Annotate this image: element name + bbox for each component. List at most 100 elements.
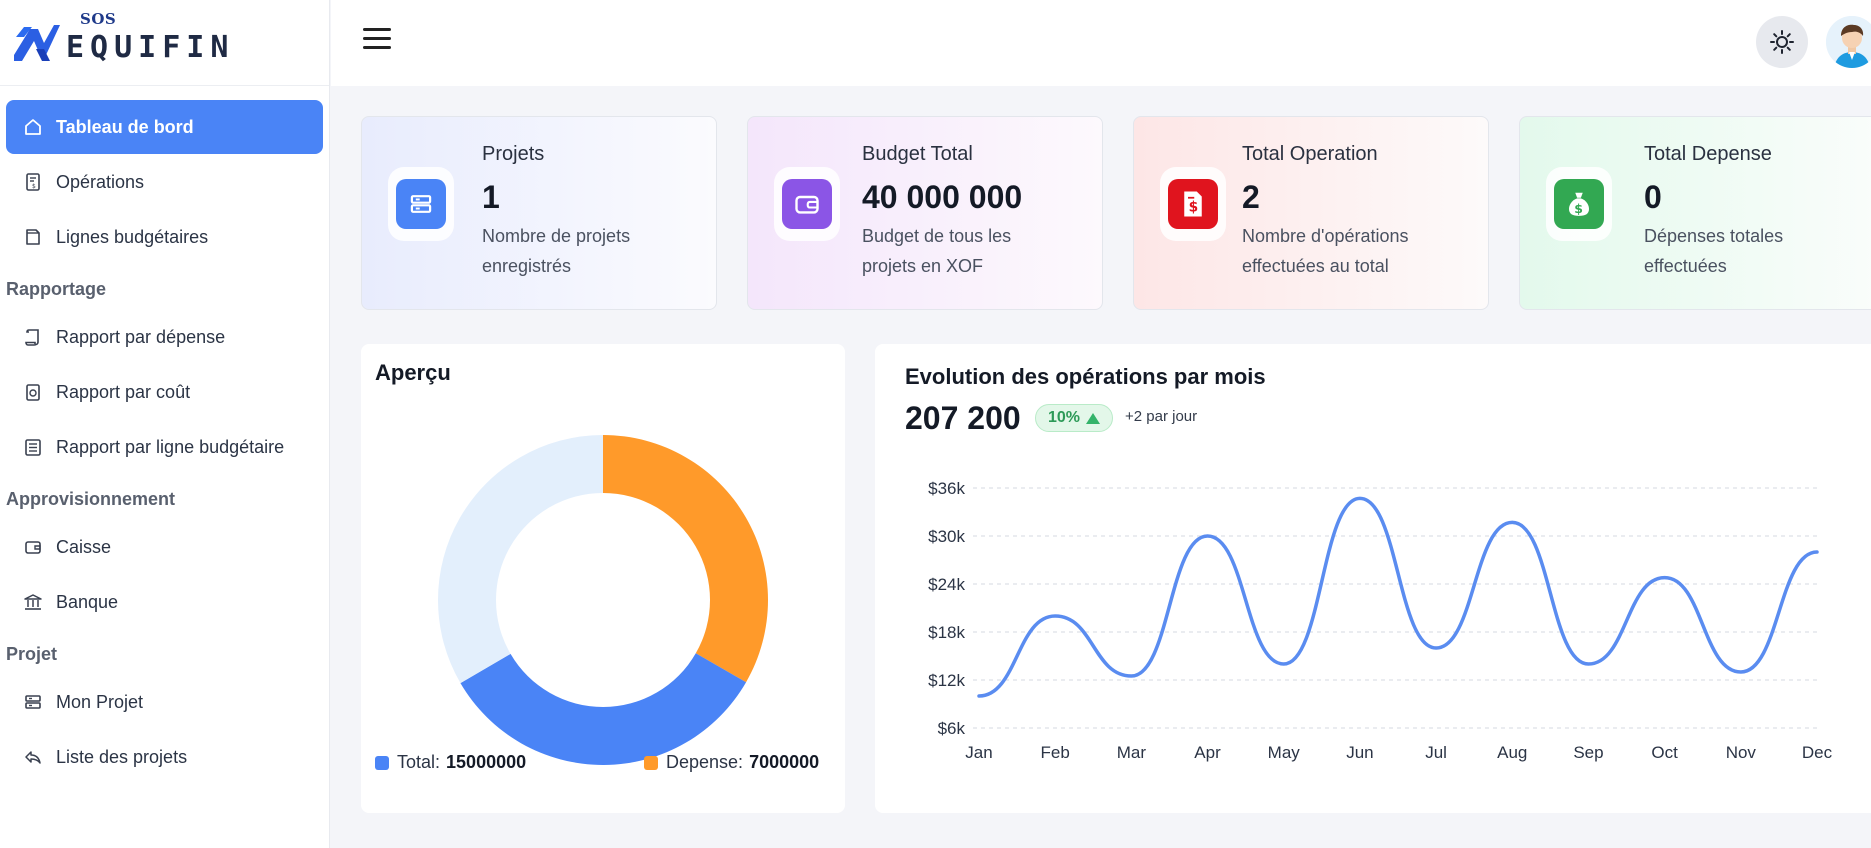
legend-depense-value: 7000000 [749, 752, 820, 772]
sidebar-item-label: Rapport par ligne budgétaire [56, 436, 285, 457]
series-line [977, 496, 1819, 698]
x-tick-label: Mar [1117, 743, 1147, 762]
nav-section-projet: Projet [6, 644, 58, 664]
sidebar-item-label: Lignes budgétaires [56, 226, 209, 247]
brand-sos: SOS [80, 10, 117, 28]
y-tick-label: $24k [928, 575, 965, 594]
sidebar-item-label: Tableau de bord [56, 116, 194, 137]
user-avatar[interactable] [1826, 16, 1871, 68]
sidebar-nav: Tableau de bord $ Opérations Lignes budg… [0, 86, 329, 799]
sidebar-item-lignes-budgetaires[interactable]: Lignes budgétaires [6, 210, 323, 264]
legend-total: Total: 15000000 [375, 752, 526, 773]
wallet-icon [22, 536, 44, 558]
growth-badge-value: 10% [1048, 409, 1081, 426]
sidebar-item-caisse[interactable]: Caisse [6, 520, 323, 574]
brand-logo[interactable]: SOS EQUIFIN [0, 0, 329, 86]
stat-description: Budget de tous les projets en XOF [862, 226, 1012, 276]
evolution-line-chart: $6k $12k $18k $24k $30k $36k Jan Feb Mar Apr May Ju… [928, 479, 1833, 762]
svg-text:$: $ [1189, 200, 1199, 216]
svg-text:$: $ [1574, 201, 1583, 216]
sidebar-item-label: Banque [56, 591, 119, 612]
x-tick-label: Nov [1726, 743, 1757, 762]
sidebar-item-label: Rapport par coût [56, 381, 191, 402]
server-icon [22, 691, 44, 713]
stat-card-total-depense: $ Total Depense 0 Dépenses totales effec… [1519, 116, 1871, 310]
server-icon [396, 179, 446, 229]
legend-total-value: 15000000 [446, 752, 527, 772]
legend-total-label: Total: [397, 752, 441, 772]
legend-depense: Depense: 7000000 [644, 752, 819, 773]
scroll-icon [22, 326, 44, 348]
legend-depense-swatch [644, 755, 658, 770]
overview-panel: Aperçu Total: 15000000 Depense: 7000000 [361, 344, 845, 813]
stat-icon-box: $ [1160, 167, 1226, 241]
sidebar-item-mon-projet[interactable]: Mon Projet [6, 675, 323, 729]
sidebar-item-liste-projets[interactable]: Liste des projets [6, 730, 323, 784]
sidebar-item-label: Rapport par dépense [56, 326, 226, 347]
sidebar-item-rapport-ligne[interactable]: Rapport par ligne budgétaire [6, 420, 323, 474]
stat-description: Nombre d'opérations effectuées au total [1242, 226, 1409, 276]
stat-icon-box [774, 167, 840, 241]
stat-value: 40 000 000 [862, 179, 1023, 215]
nav-section-approvisionnement: Approvisionnement [6, 489, 176, 509]
stat-value: 0 [1644, 179, 1662, 215]
evolution-amount: 207 200 [905, 400, 1021, 436]
sidebar: SOS EQUIFIN Tableau de bord $ Opérations… [0, 0, 330, 848]
evolution-title: Evolution des opérations par mois [905, 364, 1266, 389]
home-icon [22, 116, 44, 138]
brand-name: EQUIFIN [66, 30, 235, 65]
x-tick-label: Jun [1346, 743, 1373, 762]
stat-description: Nombre de projets enregistrés [482, 226, 631, 276]
overview-title: Aperçu [375, 360, 451, 385]
growth-badge: 10% [1035, 404, 1114, 432]
svg-text:$: $ [32, 183, 36, 190]
stat-title: Budget Total [862, 143, 973, 165]
stat-value: 2 [1242, 179, 1260, 215]
sidebar-item-tableau-de-bord[interactable]: Tableau de bord [6, 100, 323, 154]
x-tick-label: Jul [1425, 743, 1447, 762]
cost-report-icon [22, 381, 44, 403]
sidebar-item-label: Caisse [56, 536, 112, 557]
stat-card-budget-total: Budget Total 40 000 000 Budget de tous l… [747, 116, 1103, 310]
x-tick-label: Feb [1041, 743, 1070, 762]
x-tick-label: Sep [1573, 743, 1603, 762]
x-tick-label: May [1268, 743, 1301, 762]
receipt-icon: $ [22, 171, 44, 193]
list-report-icon [22, 436, 44, 458]
y-tick-label: $12k [928, 671, 965, 690]
logo-mark-icon [14, 24, 60, 61]
x-tick-label: Aug [1497, 743, 1527, 762]
y-tick-label: $6k [938, 719, 966, 738]
overview-donut-chart [437, 435, 768, 765]
sidebar-item-rapport-cout[interactable]: Rapport par coût [6, 365, 323, 419]
brand-wordmark: SOS EQUIFIN [66, 10, 235, 65]
menu-toggle-icon[interactable] [363, 28, 393, 54]
legend-depense-label: Depense: [666, 752, 744, 772]
nav-section-rapportage: Rapportage [6, 279, 107, 299]
sidebar-item-banque[interactable]: Banque [6, 575, 323, 629]
donut-slice-2 [437, 435, 603, 684]
donut-slice-0 [603, 435, 768, 683]
stat-card-projets: Projets 1 Nombre de projets enregistrés [361, 116, 717, 310]
x-tick-label: Apr [1194, 743, 1221, 762]
sidebar-item-rapport-depense[interactable]: Rapport par dépense [6, 310, 323, 364]
theme-toggle-button[interactable] [1756, 16, 1808, 68]
sidebar-item-label: Liste des projets [56, 746, 188, 767]
money-bag-icon: $ [1554, 179, 1604, 229]
sidebar-item-label: Mon Projet [56, 691, 144, 712]
stat-title: Total Depense [1644, 143, 1772, 165]
wallet-icon [782, 179, 832, 229]
y-tick-label: $30k [928, 527, 965, 546]
stat-description: Dépenses totales effectuées [1644, 226, 1784, 276]
sidebar-item-label: Opérations [56, 171, 145, 192]
x-tick-label: Oct [1651, 743, 1678, 762]
evolution-note: +2 par jour [1125, 408, 1198, 425]
y-tick-label: $18k [928, 623, 965, 642]
bank-icon [22, 591, 44, 613]
y-tick-label: $36k [928, 479, 965, 498]
stat-title: Total Operation [1242, 143, 1378, 165]
x-tick-label: Jan [965, 743, 992, 762]
sidebar-item-operations[interactable]: $ Opérations [6, 155, 323, 209]
stat-value: 1 [482, 179, 500, 215]
x-tick-label: Dec [1802, 743, 1833, 762]
